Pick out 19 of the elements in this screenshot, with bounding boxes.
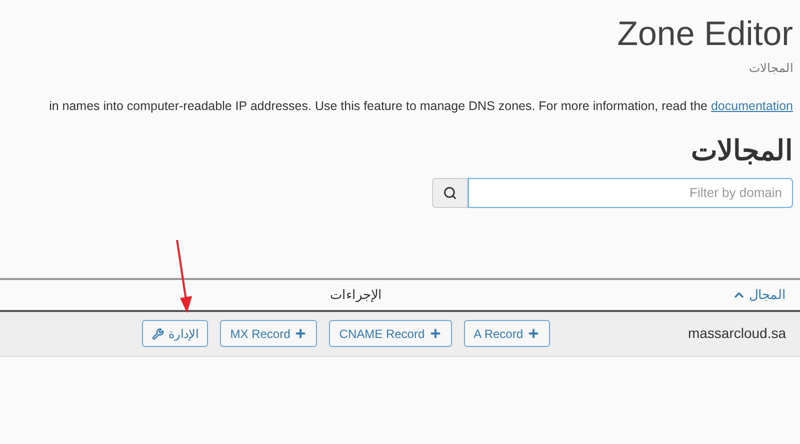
add-record-button[interactable]: MX Record	[220, 320, 318, 348]
description-text: in names into computer-readable IP addresses. Use this feature to manage DNS zones. For more information, read the documentation	[49, 98, 793, 115]
section-title: المجالات	[691, 134, 793, 168]
add-record-button[interactable]: CNAME Record	[329, 320, 452, 348]
column-header: الإجراءات	[330, 286, 382, 304]
search-icon	[443, 186, 457, 200]
plus-icon	[294, 327, 308, 340]
search-field[interactable]: Filter by domain	[468, 178, 793, 208]
plus-icon	[428, 327, 442, 340]
manage-button[interactable]: الإدارة	[142, 320, 208, 348]
search-button[interactable]	[432, 178, 468, 208]
wrench-icon	[152, 328, 164, 340]
documentation-link[interactable]: documentation	[710, 99, 793, 113]
domain-cell-text: massarcloud.sa	[688, 324, 786, 344]
plus-icon	[527, 327, 540, 340]
column-header[interactable]: المجال	[732, 285, 786, 304]
breadcrumb: المجالات	[749, 60, 793, 77]
page-title: Zone Editor	[617, 14, 793, 55]
add-record-button[interactable]: A Record	[464, 320, 550, 348]
